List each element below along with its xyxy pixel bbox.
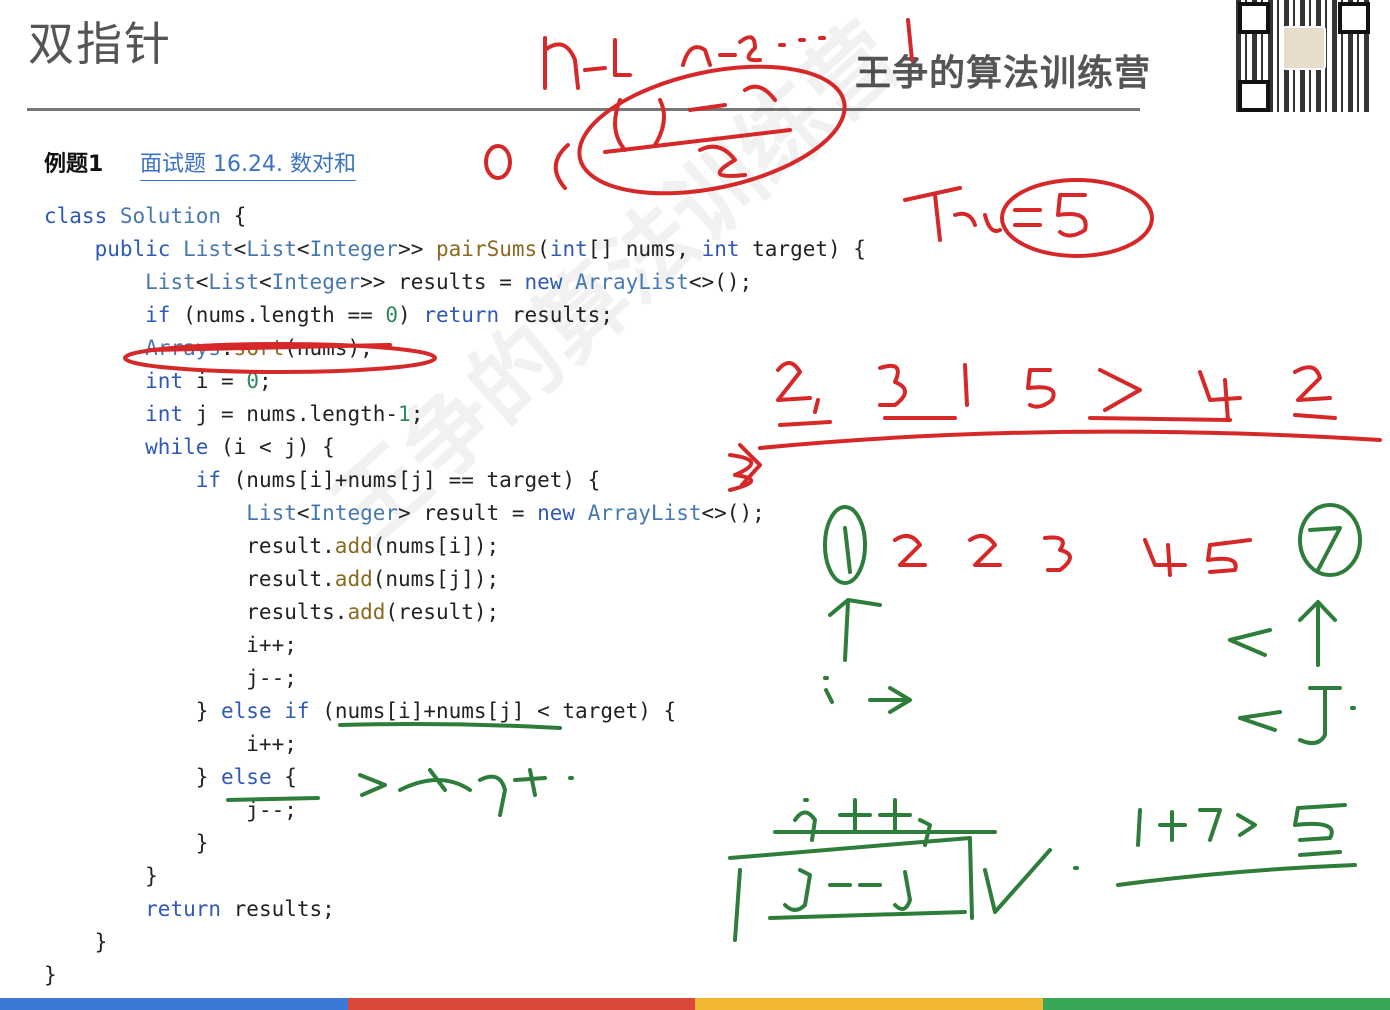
- code-line: result.add(nums[j]);: [44, 567, 500, 591]
- code-line: public List<List<Integer>> pairSums(int[…: [94, 237, 866, 261]
- code-line: }: [44, 963, 57, 987]
- code-line: while (i < j) {: [145, 435, 335, 459]
- code-line: Arrays.sort(nums);: [145, 336, 373, 360]
- code-line: } else if (nums[i]+nums[j] < target) {: [44, 699, 677, 723]
- code-line: int j = nums.length-1;: [145, 402, 424, 426]
- color-bar-red: [347, 998, 695, 1010]
- code-block: class Solution { public List<List<Intege…: [44, 200, 866, 992]
- color-bar-yellow: [695, 998, 1043, 1010]
- code-line: int i = 0;: [145, 369, 272, 393]
- code-line: if (nums.length == 0) return results;: [145, 303, 613, 327]
- code-line: if (nums[i]+nums[j] == target) {: [195, 468, 601, 492]
- code-line: } else {: [44, 765, 297, 789]
- qr-corner-icon: [1338, 2, 1370, 34]
- avatar: [1282, 26, 1326, 70]
- color-bar-blue: [0, 998, 348, 1010]
- code-line: i++;: [44, 633, 297, 657]
- code-line: }: [44, 864, 158, 888]
- code-line: List<Integer> result = new ArrayList<>()…: [246, 501, 765, 525]
- code-line: class Solution {: [44, 204, 247, 228]
- code-line: result.add(nums[i]);: [44, 534, 500, 558]
- code-line: List<List<Integer>> results = new ArrayL…: [145, 270, 753, 294]
- title-divider: [27, 108, 1140, 111]
- qr-corner-icon: [1238, 80, 1270, 112]
- code-line: }: [44, 831, 209, 855]
- qr-corner-icon: [1238, 2, 1270, 34]
- code-line: results.add(result);: [44, 600, 500, 624]
- color-bar-green: [1042, 998, 1390, 1010]
- code-line: return results;: [145, 897, 335, 921]
- example-label: 例题1: [44, 152, 104, 177]
- code-line: i++;: [44, 732, 297, 756]
- color-bar: [0, 998, 1390, 1010]
- slide-title: 双指针: [28, 17, 172, 71]
- code-line: j--;: [44, 666, 297, 690]
- code-line: }: [44, 930, 108, 954]
- code-line: j--;: [44, 798, 297, 822]
- problem-link[interactable]: 面试题 16.24. 数对和: [140, 146, 356, 181]
